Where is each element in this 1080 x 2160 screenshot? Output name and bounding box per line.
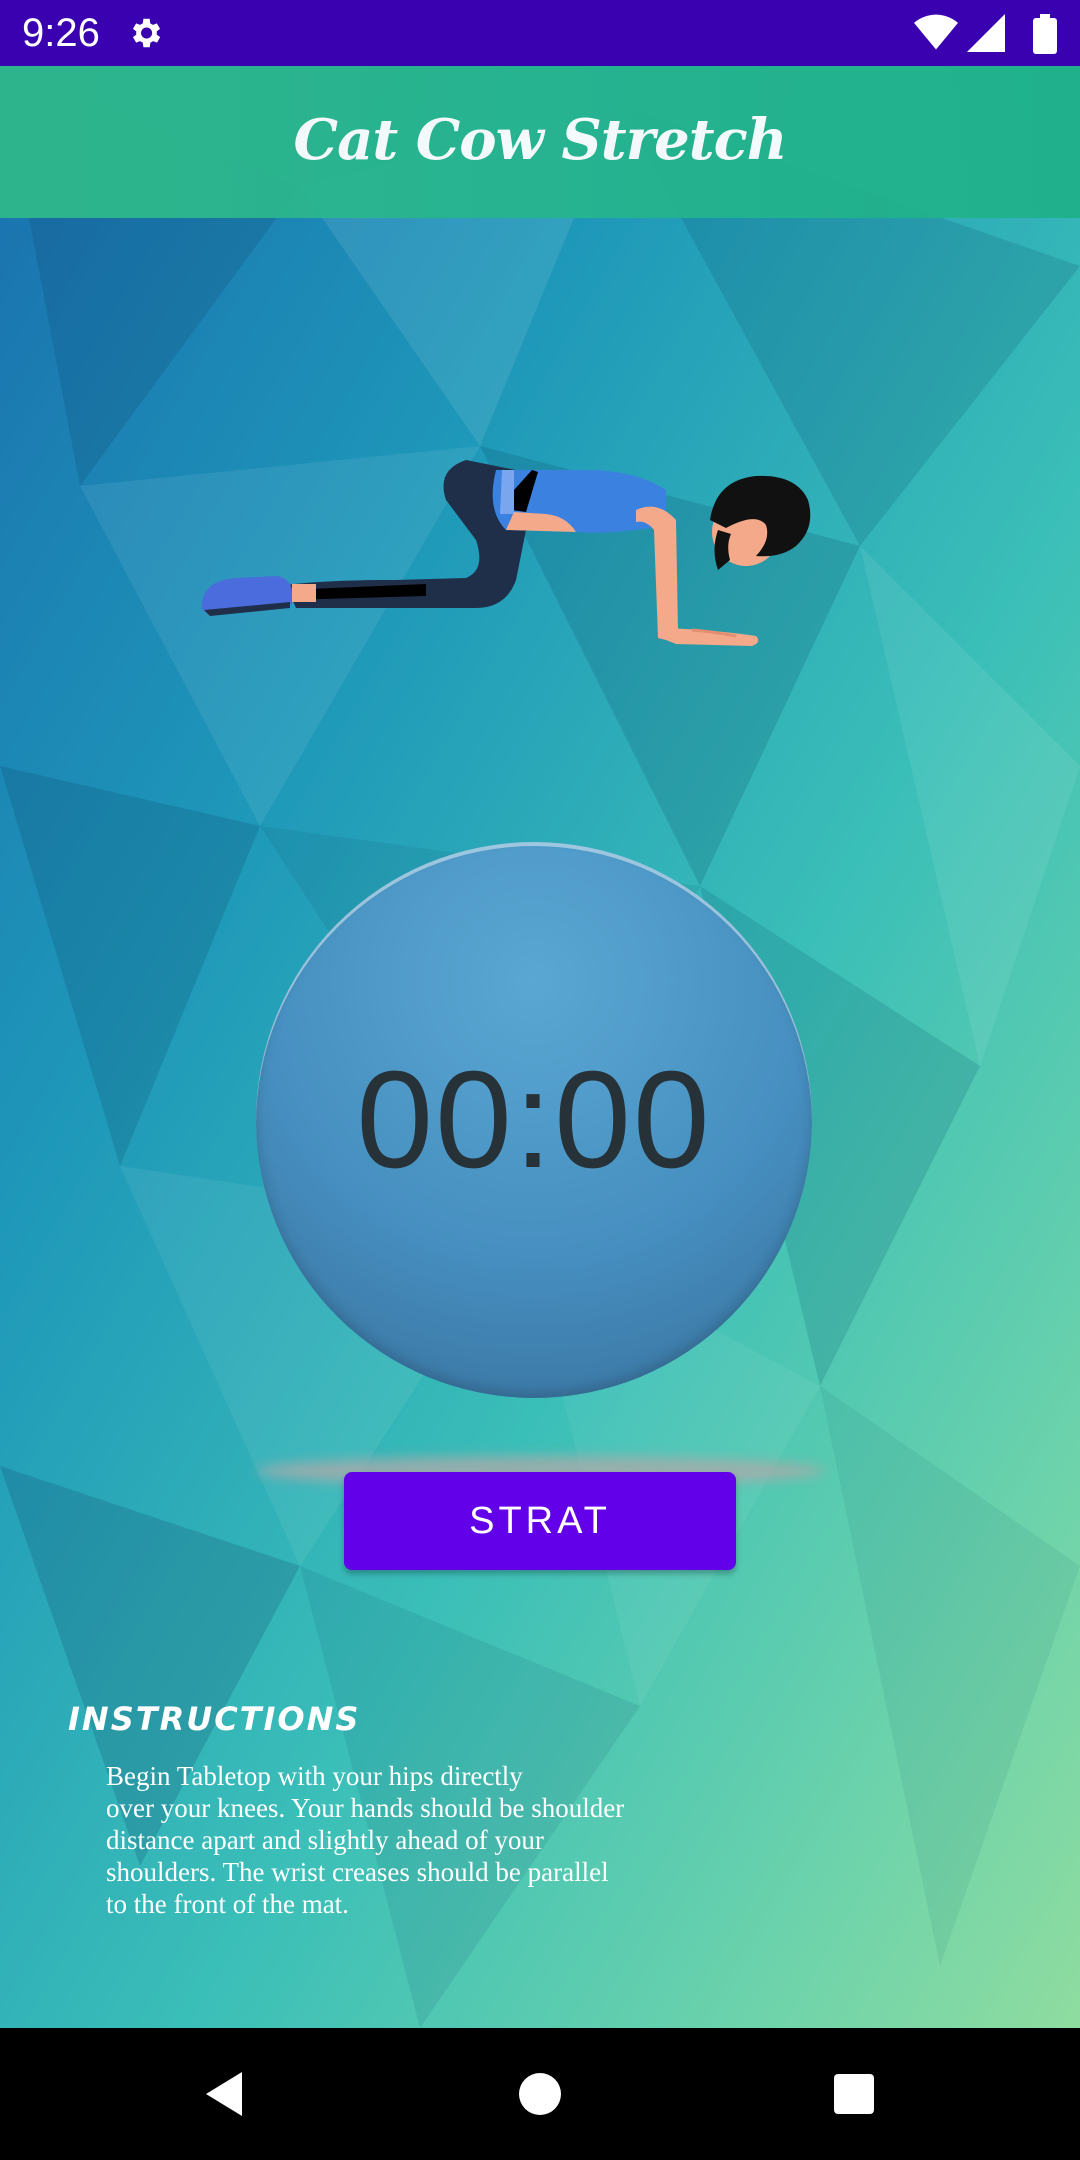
instructions-text: Begin Tabletop with your hips directly o… [106, 1761, 625, 1919]
navigation-bar [0, 2028, 1080, 2160]
recents-icon[interactable] [826, 2066, 882, 2122]
page-title: Cat Cow Stretch [293, 107, 788, 173]
wifi-icon [914, 14, 958, 50]
battery-icon [1033, 14, 1057, 54]
home-icon[interactable] [512, 2066, 568, 2122]
app-bar: Cat Cow Stretch [0, 66, 1080, 218]
screen: 9:26 Cat Cow Stretch 00:00 STRAT INSTRUC… [0, 0, 1080, 2160]
signal-icon [967, 14, 1005, 52]
status-time: 9:26 [22, 11, 100, 55]
instructions-heading: INSTRUCTIONS [68, 1700, 361, 1738]
exercise-illustration [201, 460, 811, 646]
status-bar: 9:26 [0, 0, 1080, 66]
timer-display: 00:00 [356, 1042, 712, 1197]
main-content: Cat Cow Stretch 00:00 STRAT INSTRUCTIONS… [0, 66, 1080, 2028]
start-button[interactable]: STRAT [344, 1472, 736, 1570]
timer: 00:00 [256, 842, 826, 1502]
back-icon[interactable] [198, 2066, 254, 2122]
gear-icon [132, 18, 161, 48]
